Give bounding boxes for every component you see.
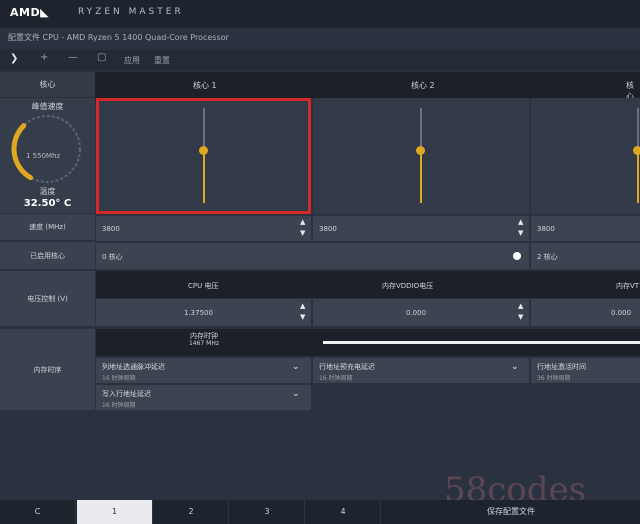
tab-profile-2[interactable]: 2	[154, 500, 229, 524]
row-active-time-title: 行地址激活时间	[537, 363, 586, 371]
core-3-slider-panel	[531, 98, 640, 214]
core-1-speed-input[interactable]: 3800	[96, 216, 311, 241]
app-title: RYZEN MASTER	[78, 7, 184, 17]
chevron-down-icon: ⌄	[292, 389, 300, 399]
toolbar	[0, 50, 640, 70]
chevron-down-icon: ⌄	[292, 362, 300, 372]
core-2-speed-up-icon[interactable]: ▲	[518, 218, 523, 227]
copy-icon[interactable]: ▢	[97, 52, 106, 63]
core-2-slider-fill	[420, 150, 422, 203]
temperature-label: 温度	[39, 187, 56, 196]
cpu-voltage-up-icon[interactable]: ▲	[300, 302, 305, 311]
core-1-speed-value: 3800	[102, 225, 120, 233]
cpu-voltage-input[interactable]: 1.37500	[96, 299, 311, 326]
enabled-cores-value: 0 核心	[102, 253, 123, 261]
vddio-voltage-header: 内存VDDIO电压	[382, 282, 434, 290]
enabled-cores-count: 2 核心	[537, 253, 558, 261]
add-icon[interactable]: +	[40, 52, 48, 63]
cores-row-label-cell: 已启用核心	[0, 242, 95, 270]
row-precharge-title: 行地址预充电延迟	[319, 363, 375, 371]
core-1-speed-up-icon[interactable]: ▲	[300, 218, 305, 227]
temperature-value: 32.50° C	[23, 198, 72, 209]
amd-logo: AMD◣	[10, 6, 50, 19]
chevron-down-icon: ⌄	[511, 362, 519, 372]
voltage-header-strip	[96, 271, 640, 298]
tab-profile-1[interactable]: 1	[77, 500, 153, 524]
tab-profile-c[interactable]: C	[0, 500, 76, 524]
vtt-voltage-header: 内存VT	[616, 282, 640, 290]
vddio-voltage-input[interactable]: 0.000	[313, 299, 529, 326]
tab-core-2[interactable]: 核心 2	[411, 80, 435, 91]
cas-latency-dropdown[interactable]: 列地址选通脉冲延迟 16 时钟周期 ⌄	[96, 358, 311, 383]
speed-row-label: 速度 (MHz)	[29, 223, 66, 231]
cpu-voltage-header: CPU 电压	[188, 282, 219, 290]
core-3-speed-value: 3800	[537, 225, 555, 233]
vtt-voltage-value: 0.000	[611, 309, 632, 317]
memory-timing-label: 内存时序	[33, 366, 62, 374]
highlight-box	[96, 98, 311, 214]
write-latency-title: 写入行地址延迟	[102, 390, 151, 398]
core-header-label-cell: 核心	[0, 72, 95, 98]
row-precharge-dropdown[interactable]: 行地址预充电延迟 16 时钟周期 ⌄	[313, 358, 529, 383]
gauge-speed-value: 1 550Mhz	[26, 152, 61, 160]
enabled-cores-label: 已启用核心	[30, 252, 65, 260]
tab-core-1[interactable]: 核心 1	[193, 80, 217, 91]
row-precharge-sub: 16 时钟周期	[319, 375, 353, 382]
row-active-time-dropdown[interactable]: 行地址激活时间 36 时钟周期	[531, 358, 640, 383]
vddio-voltage-up-icon[interactable]: ▲	[518, 302, 523, 311]
vddio-voltage-value: 0.000	[406, 309, 427, 317]
apply-button[interactable]: 应用	[124, 55, 140, 66]
core-2-speed-value: 3800	[319, 225, 337, 233]
core-3-slider-handle[interactable]	[633, 146, 640, 156]
cpu-voltage-down-icon[interactable]: ▼	[300, 313, 305, 322]
voltage-label-cell: 电压控制 (V)	[0, 271, 95, 327]
core-2-speed-down-icon[interactable]: ▼	[518, 229, 523, 238]
reset-button[interactable]: 重置	[154, 55, 170, 66]
core-header-label: 核心	[39, 80, 56, 89]
vtt-voltage-input[interactable]: 0.000	[531, 299, 640, 326]
write-latency-dropdown[interactable]: 写入行地址延迟 16 时钟周期 ⌄	[96, 385, 311, 410]
memory-clock-slider-track[interactable]	[323, 341, 640, 344]
write-latency-sub: 16 时钟周期	[102, 402, 136, 409]
voltage-control-label: 电压控制 (V)	[27, 295, 68, 303]
enabled-cores-slider[interactable]: 0 核心	[96, 243, 529, 269]
cpu-voltage-value: 1.37500	[184, 309, 213, 317]
vddio-voltage-down-icon[interactable]: ▼	[518, 313, 523, 322]
core-header-bar	[0, 72, 640, 98]
speed-row-label-cell: 速度 (MHz)	[0, 214, 95, 241]
tab-profile-3[interactable]: 3	[230, 500, 305, 524]
remove-icon[interactable]: —	[68, 52, 78, 63]
profile-subtitle: 配置文件 CPU - AMD Ryzen 5 1400 Quad-Core Pr…	[8, 33, 229, 42]
memory-clock-value: 1467 MHz	[188, 340, 219, 347]
enabled-cores-slider-handle[interactable]	[513, 252, 521, 260]
speed-gauge	[11, 115, 81, 183]
tab-profile-4[interactable]: 4	[306, 500, 381, 524]
core-3-speed-input[interactable]: 3800	[531, 216, 640, 241]
memory-timing-label-cell: 内存时序	[0, 329, 95, 411]
cas-latency-title: 列地址选通脉冲延迟	[102, 363, 165, 371]
enabled-cores-value-box: 2 核心	[531, 243, 640, 269]
core-3-slider-fill	[637, 150, 639, 203]
cas-latency-sub: 16 时钟周期	[102, 375, 136, 382]
next-profile-icon[interactable]: ❯	[10, 53, 18, 64]
row-active-time-sub: 36 时钟周期	[537, 375, 571, 382]
core-1-speed-down-icon[interactable]: ▼	[300, 229, 305, 238]
core-2-speed-input[interactable]: 3800	[313, 216, 529, 241]
save-profile-button[interactable]: 保存配置文件	[382, 500, 640, 524]
